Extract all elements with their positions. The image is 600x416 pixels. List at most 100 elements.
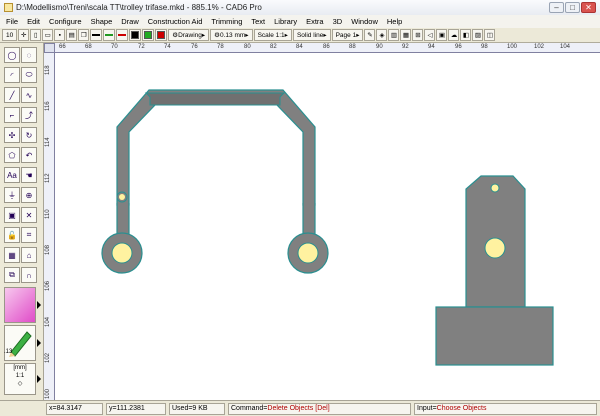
- status-command: Command=Delete Objects [Del]: [228, 403, 411, 415]
- layer-tool-icon[interactable]: ⧉: [4, 267, 20, 283]
- house-tool-icon[interactable]: ⌂: [21, 247, 37, 263]
- menu-trimming[interactable]: Trimming: [211, 17, 242, 26]
- pole-plate-center-hole[interactable]: [484, 237, 506, 259]
- v-tick: 118: [45, 65, 51, 75]
- line-tool-icon[interactable]: ╱: [4, 87, 20, 103]
- drawing-canvas[interactable]: [55, 53, 600, 400]
- bezier-tool-icon[interactable]: ⤴: [21, 107, 37, 123]
- undo-tool-icon[interactable]: ↶: [21, 147, 37, 163]
- pole-plate-top-hole[interactable]: [490, 183, 500, 193]
- h-tick: 100: [507, 44, 518, 50]
- menu-bar: File Edit Configure Shape Draw Construct…: [0, 15, 600, 28]
- h-tick: 86: [323, 44, 330, 50]
- menu-3d[interactable]: 3D: [333, 17, 343, 26]
- move-tool-icon[interactable]: ✣: [4, 127, 20, 143]
- tool-palette: ◯ ◌ ◜ ⬭ ╱ ∿ ⌐ ⤴ ✣ ↻ ⬠ ↶ Aa ☚ ⏚ ⊕ ▣ ✕ 🔓 ⌗…: [0, 43, 44, 400]
- h-tick: 72: [138, 44, 145, 50]
- color-black-swatch[interactable]: [129, 29, 142, 41]
- menu-configure[interactable]: Configure: [49, 17, 82, 26]
- hatch-icon[interactable]: ▥: [388, 29, 400, 41]
- grid-value[interactable]: 10: [2, 29, 18, 41]
- left-eyelet-hole[interactable]: [111, 242, 133, 264]
- group-tool-icon[interactable]: ▦: [4, 247, 20, 263]
- new-file-icon[interactable]: ▯: [30, 29, 42, 41]
- h-tick: 84: [296, 44, 303, 50]
- pen-settings-button[interactable]: [4, 325, 36, 361]
- page-selector[interactable]: Page 1 ▸: [331, 29, 364, 41]
- pole-base-block[interactable]: [435, 306, 554, 366]
- print-icon[interactable]: ▤: [66, 29, 78, 41]
- menu-help[interactable]: Help: [387, 17, 402, 26]
- color-green-swatch[interactable]: [142, 29, 155, 41]
- magnet-tool-icon[interactable]: ∩: [21, 267, 37, 283]
- left-leg-small-hole-fill: [119, 194, 125, 200]
- layers-stack-button[interactable]: [4, 287, 36, 323]
- window-title: D:\Modellismo\Treni\scala TT\trolley tri…: [16, 3, 262, 12]
- triangle-icon[interactable]: ◁: [424, 29, 436, 41]
- menu-edit[interactable]: Edit: [27, 17, 40, 26]
- grid-icon[interactable]: ⊞: [412, 29, 424, 41]
- layers-stack-icon[interactable]: ▨: [472, 29, 484, 41]
- chevron-right-icon[interactable]: [37, 375, 41, 383]
- color-red-swatch[interactable]: [155, 29, 168, 41]
- scale-selector[interactable]: Scale 1:1 ▸: [253, 29, 292, 41]
- symbol-library-button[interactable]: [mm] 1:1 ◇: [4, 363, 36, 395]
- save-icon[interactable]: ▪: [54, 29, 66, 41]
- menu-library[interactable]: Library: [274, 17, 297, 26]
- select-window-icon[interactable]: ▣: [4, 207, 20, 223]
- status-y-coordinate: y=111.2381: [106, 403, 166, 415]
- status-bar: x=84.3147 y=111.2381 Used=9 KB Command=D…: [0, 400, 600, 416]
- snap-tool-icon[interactable]: ⊕: [21, 187, 37, 203]
- status-memory-used: Used=9 KB: [169, 403, 225, 415]
- line-style-selector[interactable]: Solid line ▸: [292, 29, 331, 41]
- bracket-top-rib-shape[interactable]: [144, 92, 286, 106]
- maximize-button[interactable]: □: [565, 2, 580, 13]
- ellipse-tool-icon[interactable]: ⬭: [21, 67, 37, 83]
- line-red-icon[interactable]: [116, 29, 129, 41]
- pen-icon[interactable]: ✎: [364, 29, 376, 41]
- v-tick: 102: [45, 352, 51, 363]
- menu-construction-aid[interactable]: Construction Aid: [148, 17, 203, 26]
- menu-text[interactable]: Text: [251, 17, 265, 26]
- line-green-icon[interactable]: [103, 29, 116, 41]
- filter-tool-icon[interactable]: ⏚: [4, 187, 20, 203]
- delete-tool-icon[interactable]: ✕: [21, 207, 37, 223]
- rotate-tool-icon[interactable]: ↻: [21, 127, 37, 143]
- menu-window[interactable]: Window: [351, 17, 378, 26]
- text-tool-icon[interactable]: Aa: [4, 167, 20, 183]
- chevron-right-icon[interactable]: [37, 339, 41, 347]
- h-tick: 80: [244, 44, 251, 50]
- bracket-arch-shape[interactable]: [116, 89, 316, 206]
- close-button[interactable]: ✕: [581, 2, 596, 13]
- layer-icon[interactable]: ◈: [376, 29, 388, 41]
- copy-icon[interactable]: ❐: [78, 29, 90, 41]
- pen-width-selector[interactable]: ⚙ 0.13 mm ▸: [210, 29, 253, 41]
- lock-tool-icon[interactable]: 🔓: [4, 227, 20, 243]
- right-eyelet-hole[interactable]: [297, 242, 319, 264]
- properties-icon[interactable]: ◫: [484, 29, 496, 41]
- crosshair-icon[interactable]: ✛: [18, 29, 30, 41]
- layer-selector[interactable]: ⚙ Drawing ▸: [168, 29, 210, 41]
- circle-tool-icon[interactable]: ◯: [4, 47, 20, 63]
- open-file-icon[interactable]: ▭: [42, 29, 54, 41]
- main-toolbar: 10 ✛ ▯ ▭ ▪ ▤ ❐ ⚙ Drawing ▸ ⚙ 0.13 mm ▸ S…: [0, 28, 600, 43]
- menu-shape[interactable]: Shape: [91, 17, 113, 26]
- arc-tool-icon[interactable]: ◜: [4, 67, 20, 83]
- minimize-button[interactable]: –: [549, 2, 564, 13]
- hand-tool-icon[interactable]: ☚: [21, 167, 37, 183]
- menu-file[interactable]: File: [6, 17, 18, 26]
- crop-tool-icon[interactable]: ⌗: [21, 227, 37, 243]
- measure-icon[interactable]: ◧: [460, 29, 472, 41]
- cloud-icon[interactable]: ☁: [448, 29, 460, 41]
- circle-3pt-tool-icon[interactable]: ◌: [21, 47, 37, 63]
- menu-extra[interactable]: Extra: [306, 17, 324, 26]
- menu-draw[interactable]: Draw: [121, 17, 139, 26]
- chevron-right-icon[interactable]: [37, 301, 41, 309]
- cad6-window: D:\Modellismo\Treni\scala TT\trolley tri…: [0, 0, 600, 416]
- pattern-icon[interactable]: ▦: [400, 29, 412, 41]
- shape-tool-icon[interactable]: ⬠: [4, 147, 20, 163]
- line-black-icon[interactable]: [90, 29, 103, 41]
- symbol-icon[interactable]: ▣: [436, 29, 448, 41]
- curve-tool-icon[interactable]: ∿: [21, 87, 37, 103]
- polyline-tool-icon[interactable]: ⌐: [4, 107, 20, 123]
